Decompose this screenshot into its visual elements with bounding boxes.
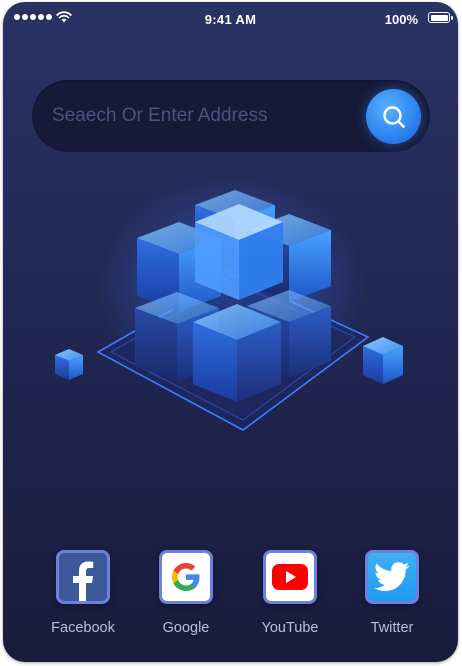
facebook-icon[interactable] xyxy=(56,550,110,604)
phone-screen: 9:41 AM 100% Seaech Or Enter Address Fac… xyxy=(3,2,458,662)
google-icon[interactable] xyxy=(159,550,213,604)
battery-percentage: 100% xyxy=(384,12,418,27)
cube-cluster-illustration xyxy=(55,177,403,431)
app-facebook[interactable]: Facebook xyxy=(43,550,123,636)
search-input[interactable] xyxy=(52,80,357,152)
battery-icon xyxy=(428,12,453,23)
status-bar: 9:41 AM 100% xyxy=(3,2,458,36)
twitter-icon[interactable] xyxy=(365,550,419,604)
search-icon xyxy=(382,105,405,128)
battery-level xyxy=(430,14,448,21)
app-label-twitter: Twitter xyxy=(370,620,414,636)
app-google[interactable]: Google xyxy=(146,550,226,636)
cube-highlight xyxy=(195,204,283,300)
cube-front xyxy=(193,304,281,402)
app-dock: Facebook Google YouTube Twitter xyxy=(3,550,458,650)
app-label-facebook: Facebook xyxy=(51,620,115,636)
search-button[interactable] xyxy=(366,89,421,144)
app-youtube[interactable]: YouTube xyxy=(250,550,330,636)
small-cube-left xyxy=(55,349,83,380)
app-label-google: Google xyxy=(162,620,210,636)
youtube-icon[interactable] xyxy=(263,550,317,604)
app-label-youtube: YouTube xyxy=(261,620,319,636)
app-twitter[interactable]: Twitter xyxy=(352,550,432,636)
small-cube-right xyxy=(363,337,403,384)
search-bar xyxy=(32,80,430,152)
